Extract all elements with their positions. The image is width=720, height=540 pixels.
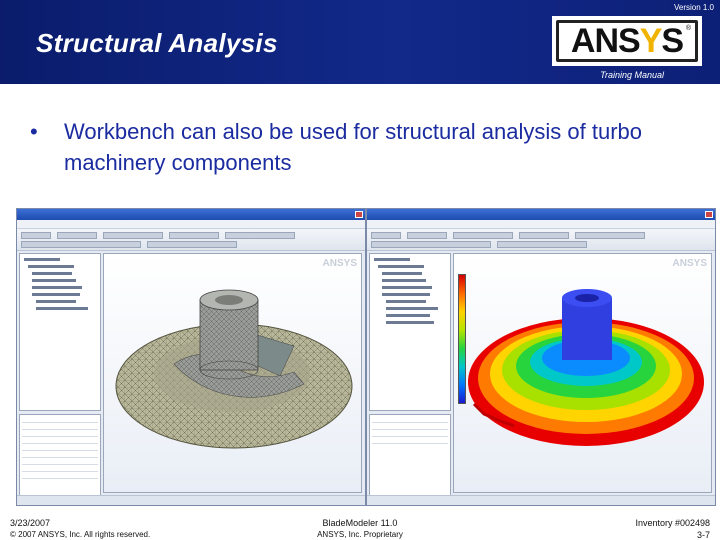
slide-title: Structural Analysis: [36, 28, 278, 58]
details-panel: [369, 414, 451, 500]
ansys-logo: ANSYS ®: [552, 16, 702, 66]
graphics-viewport-results: ANSYS: [453, 253, 712, 493]
bullet-marker: •: [30, 119, 38, 144]
footer-copyright: © 2007 ANSYS, Inc. All rights reserved.: [10, 530, 151, 539]
toolbar: [367, 229, 715, 251]
window-titlebar: [367, 209, 715, 220]
details-panel: [19, 414, 101, 500]
training-manual-label: Training Manual: [600, 70, 664, 80]
footer-date: 3/23/2007: [10, 518, 51, 528]
footer: 3/23/2007 © 2007 ANSYS, Inc. All rights …: [0, 510, 720, 540]
footer-product: BladeModeler 11.0: [322, 518, 398, 528]
screenshot-mesh: ANSYS: [16, 208, 366, 506]
screenshot-results: ANSYS: [366, 208, 716, 506]
window-titlebar: [17, 209, 365, 220]
page-number: 3-7: [696, 530, 710, 540]
status-bar: [17, 495, 365, 505]
stress-contour-impeller-image: [468, 289, 704, 446]
menu-bar: [17, 220, 365, 229]
graphics-viewport-mesh: ANSYS: [103, 253, 362, 493]
header-band: Version 1.0 Structural Analysis ANSYS ® …: [0, 0, 720, 84]
toolbar: [17, 229, 365, 251]
footer-proprietary: ANSYS, Inc. Proprietary: [317, 530, 403, 539]
bullet-point: • Workbench can also be used for structu…: [30, 116, 690, 178]
version-label: Version 1.0: [673, 3, 714, 12]
meshed-impeller-image: [115, 289, 353, 449]
outline-tree: [19, 253, 101, 411]
logo-wordmark: ANSYS: [570, 21, 684, 60]
status-bar: [367, 495, 715, 505]
outline-tree: [369, 253, 451, 411]
menu-bar: [367, 220, 715, 229]
footer-inventory: Inventory #002498: [635, 518, 710, 528]
close-icon: [355, 211, 363, 218]
close-icon: [705, 211, 713, 218]
bullet-text: Workbench can also be used for structura…: [64, 119, 643, 175]
